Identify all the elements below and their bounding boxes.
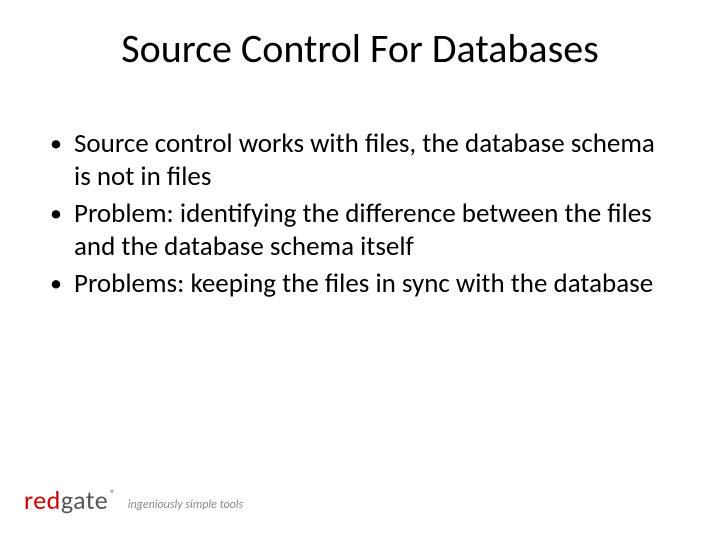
slide-title: Source Control For Databases <box>0 24 720 73</box>
logo-part-gate: gate <box>61 484 108 516</box>
redgate-logo: redgate® <box>24 484 116 516</box>
logo-part-red: red <box>24 484 61 516</box>
logo-tagline: ingeniously simple tools <box>128 498 243 516</box>
list-item: Problems: keeping the files in sync with… <box>48 268 660 301</box>
registered-mark: ® <box>110 487 116 500</box>
bullet-list: Source control works with files, the dat… <box>48 128 660 301</box>
slide-body: Source control works with files, the dat… <box>48 128 660 305</box>
list-item: Problem: identifying the difference betw… <box>48 198 660 264</box>
list-item: Source control works with files, the dat… <box>48 128 660 194</box>
footer-logo: redgate® ingeniously simple tools <box>24 484 243 516</box>
slide: Source Control For Databases Source cont… <box>0 0 720 540</box>
